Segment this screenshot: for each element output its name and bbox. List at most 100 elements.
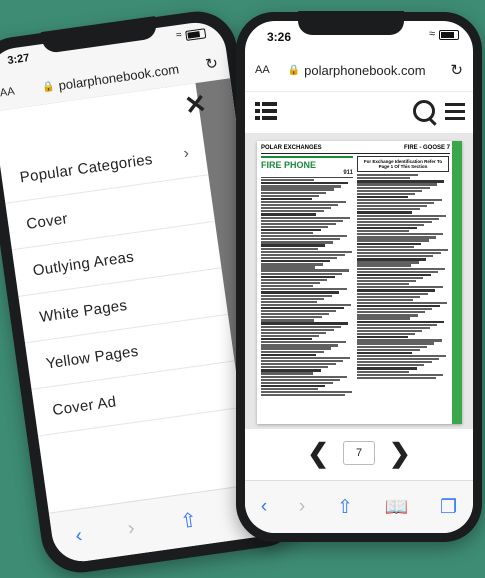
status-time: 3:27 xyxy=(6,52,31,67)
bookmarks-icon[interactable]: 📖 xyxy=(385,495,409,519)
listing-line xyxy=(357,226,417,230)
address-bar[interactable]: AA 🔒 polarphonebook.com ↻ xyxy=(255,57,463,83)
listing-line xyxy=(357,233,444,236)
listing-lines xyxy=(357,174,449,379)
listing-line xyxy=(261,306,344,310)
text-size-button[interactable]: AA xyxy=(0,85,15,99)
listing-line xyxy=(357,189,423,192)
wifi-icon: ≈ xyxy=(428,28,435,40)
listing-line xyxy=(261,188,334,191)
url-text[interactable]: polarphonebook.com xyxy=(304,63,425,78)
back-icon[interactable]: ‹ xyxy=(74,524,84,548)
listing-line xyxy=(261,294,332,297)
listing-line xyxy=(261,250,353,253)
listing-line xyxy=(357,301,448,305)
listing-line xyxy=(357,329,423,333)
listing-line xyxy=(357,217,439,220)
listing-line xyxy=(261,194,319,197)
listing-line xyxy=(357,264,412,267)
listing-line xyxy=(357,295,421,298)
listing-line xyxy=(261,282,320,285)
listing-line xyxy=(261,216,351,219)
phonebook-page[interactable]: POLAR EXCHANGES FIRE - GOOSE 7 FIRE PHON… xyxy=(257,141,462,424)
listing-line xyxy=(261,366,329,369)
listing-line xyxy=(261,394,345,397)
listing-line xyxy=(357,261,419,264)
battery-icon xyxy=(439,30,459,40)
listing-line xyxy=(357,267,446,270)
listing-line xyxy=(357,370,410,373)
share-icon[interactable]: ⇧ xyxy=(337,496,353,519)
listing-line xyxy=(261,341,346,344)
listing-line xyxy=(357,361,432,364)
listing-line xyxy=(261,325,342,328)
reload-icon[interactable]: ↻ xyxy=(204,54,219,74)
listing-line xyxy=(261,263,323,266)
forward-icon[interactable]: › xyxy=(126,517,136,541)
notice-box: For Exchange Identification Refer To Pag… xyxy=(357,156,449,172)
listing-lines xyxy=(261,179,353,397)
list-view-icon[interactable] xyxy=(255,102,277,120)
text-size-button[interactable]: AA xyxy=(255,64,270,76)
listing-line xyxy=(261,269,350,272)
listing-line xyxy=(357,230,410,233)
page-navigator: ❮ 7 ❯ xyxy=(245,433,473,473)
prev-page-icon[interactable]: ❮ xyxy=(307,440,329,466)
page-header-right: FIRE - GOOSE 7 xyxy=(403,145,450,151)
listing-line xyxy=(261,363,336,366)
listing-line xyxy=(261,359,343,363)
listing-line xyxy=(261,272,342,275)
listing-line xyxy=(357,273,431,277)
wifi-icon: ≈ xyxy=(175,29,183,42)
back-icon[interactable]: ‹ xyxy=(261,496,267,518)
next-page-icon[interactable]: ❯ xyxy=(389,440,411,466)
section-subtitle: 911 xyxy=(261,170,353,178)
lock-icon: 🔒 xyxy=(41,80,56,93)
page-number-input[interactable]: 7 xyxy=(343,441,375,465)
listing-line xyxy=(357,308,433,311)
browser-toolbar: ‹ › ⇧ 📖 ❐ xyxy=(245,480,473,533)
listing-line xyxy=(357,251,441,255)
share-icon[interactable]: ⇧ xyxy=(179,507,199,534)
listing-line xyxy=(357,304,440,308)
listing-line xyxy=(261,391,353,394)
listing-line xyxy=(261,322,349,325)
section-tab-strip xyxy=(452,141,462,424)
listing-line xyxy=(357,183,438,186)
listing-line xyxy=(357,311,426,314)
listing-line xyxy=(261,372,314,375)
listing-line xyxy=(357,323,438,326)
reload-icon[interactable]: ↻ xyxy=(450,61,463,79)
listing-line xyxy=(357,280,416,283)
listing-line xyxy=(357,248,449,252)
listing-line xyxy=(357,314,418,317)
listing-line xyxy=(261,225,329,228)
close-icon[interactable]: ✕ xyxy=(183,88,209,122)
site-header xyxy=(245,91,473,135)
listing-line xyxy=(261,266,316,269)
listing-line xyxy=(261,353,317,356)
listing-line xyxy=(261,275,335,279)
listing-line xyxy=(357,345,427,348)
tabs-icon[interactable]: ❐ xyxy=(440,496,457,519)
search-icon[interactable] xyxy=(413,100,435,122)
listing-line xyxy=(261,200,346,204)
listing-line xyxy=(357,277,424,280)
listing-line xyxy=(261,179,315,182)
listing-line xyxy=(357,239,429,242)
menu-item-label: Outlying Areas xyxy=(31,247,135,279)
listing-line xyxy=(261,241,333,244)
page-header-left: POLAR EXCHANGES xyxy=(261,145,322,151)
listing-line xyxy=(357,364,425,367)
listing-line xyxy=(357,342,435,345)
listing-line xyxy=(261,300,318,303)
listing-line xyxy=(357,367,417,370)
listing-line xyxy=(261,185,342,188)
menu-icon[interactable] xyxy=(445,103,465,121)
listing-line xyxy=(357,186,430,189)
forward-icon[interactable]: › xyxy=(299,496,305,518)
listing-line xyxy=(261,347,331,350)
listing-line xyxy=(261,204,339,207)
listing-line xyxy=(357,177,411,180)
listing-line xyxy=(357,298,414,301)
